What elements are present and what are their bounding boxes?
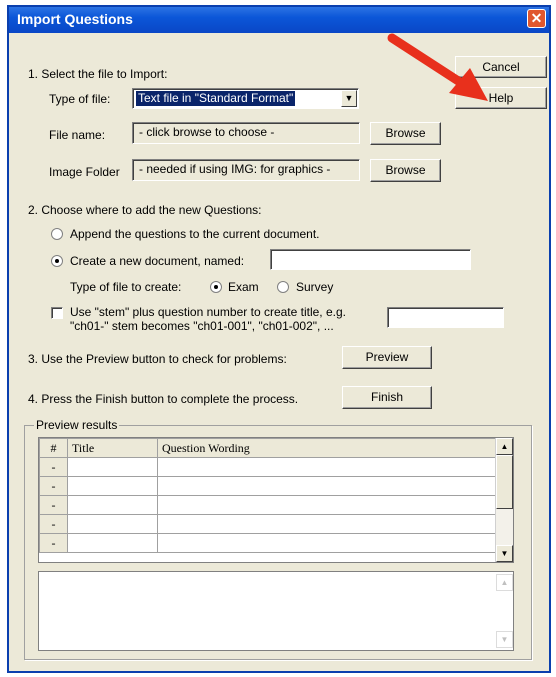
column-header-number: # [39,438,68,458]
image-folder-field: - needed if using IMG: for graphics - [132,159,360,181]
scroll-down-icon[interactable]: ▼ [496,545,513,562]
row-wording-cell[interactable] [157,495,513,515]
row-marker: - [39,514,68,534]
cancel-button[interactable]: Cancel [455,56,547,78]
browse-image-button[interactable]: Browse [370,159,441,182]
row-title-cell[interactable] [67,514,158,534]
row-title-cell[interactable] [67,476,158,496]
file-type-value: Text file in "Standard Format" [136,91,296,106]
help-button[interactable]: Help [455,87,547,109]
finish-button[interactable]: Finish [342,386,432,409]
scroll-up-icon[interactable]: ▲ [496,438,513,455]
row-marker: - [39,533,68,553]
file-type-select[interactable]: Text file in "Standard Format" ▼ [132,88,359,109]
details-vertical-scrollbar[interactable]: ▲ ▼ [496,572,513,650]
table-header: # Title Question Wording [39,438,513,458]
title-bar[interactable]: Import Questions ✕ [9,7,549,33]
table-row[interactable]: - [39,514,513,534]
exam-radio[interactable] [210,281,222,293]
table-row[interactable]: - [39,476,513,496]
preview-table[interactable]: # Title Question Wording - - - - - ▲ ▼ [38,437,514,563]
row-marker: - [39,495,68,515]
dialog-title: Import Questions [17,11,133,27]
column-header-wording: Question Wording [157,438,513,458]
append-radio[interactable] [51,228,63,240]
step1-heading: 1. Select the file to Import: [28,67,168,81]
table-row[interactable]: - [39,533,513,553]
table-row[interactable]: - [39,495,513,515]
browse-file-button[interactable]: Browse [370,122,441,145]
stem-checkbox[interactable] [51,307,63,319]
survey-label: Survey [296,280,334,294]
append-label: Append the questions to the current docu… [70,227,320,241]
stem-line2: "ch01-" stem becomes "ch01-001", "ch01-0… [70,319,334,333]
close-icon[interactable]: ✕ [527,9,546,28]
dropdown-arrow-icon[interactable]: ▼ [341,90,357,107]
scroll-down-icon[interactable]: ▼ [496,631,513,648]
scroll-up-icon[interactable]: ▲ [496,574,513,591]
preview-results-label: Preview results [34,418,120,432]
file-type-label: Type of file: [49,92,111,106]
row-wording-cell[interactable] [157,533,513,553]
column-header-title: Title [67,438,158,458]
row-wording-cell[interactable] [157,514,513,534]
step2-heading: 2. Choose where to add the new Questions… [28,203,262,217]
survey-radio[interactable] [277,281,289,293]
file-to-create-label: Type of file to create: [70,280,182,294]
preview-details-box[interactable]: ▲ ▼ [38,571,514,651]
file-name-field: - click browse to choose - [132,122,360,144]
create-new-radio[interactable] [51,255,63,267]
stem-line1: Use "stem" plus question number to creat… [70,305,346,319]
row-marker: - [39,476,68,496]
row-marker: - [39,457,68,477]
table-row[interactable]: - [39,457,513,477]
step4-text: 4. Press the Finish button to complete t… [28,392,299,406]
row-title-cell[interactable] [67,495,158,515]
row-wording-cell[interactable] [157,476,513,496]
create-new-label: Create a new document, named: [70,254,245,268]
exam-label: Exam [228,280,259,294]
table-vertical-scrollbar[interactable]: ▲ ▼ [495,438,513,562]
image-folder-label: Image Folder [49,165,120,179]
file-name-label: File name: [49,128,106,142]
row-title-cell[interactable] [67,533,158,553]
scroll-thumb[interactable] [496,455,513,509]
preview-button[interactable]: Preview [342,346,432,369]
row-title-cell[interactable] [67,457,158,477]
step3-text: 3. Use the Preview button to check for p… [28,352,287,366]
stem-input[interactable] [387,307,504,328]
new-document-name-input[interactable] [270,249,471,270]
row-wording-cell[interactable] [157,457,513,477]
